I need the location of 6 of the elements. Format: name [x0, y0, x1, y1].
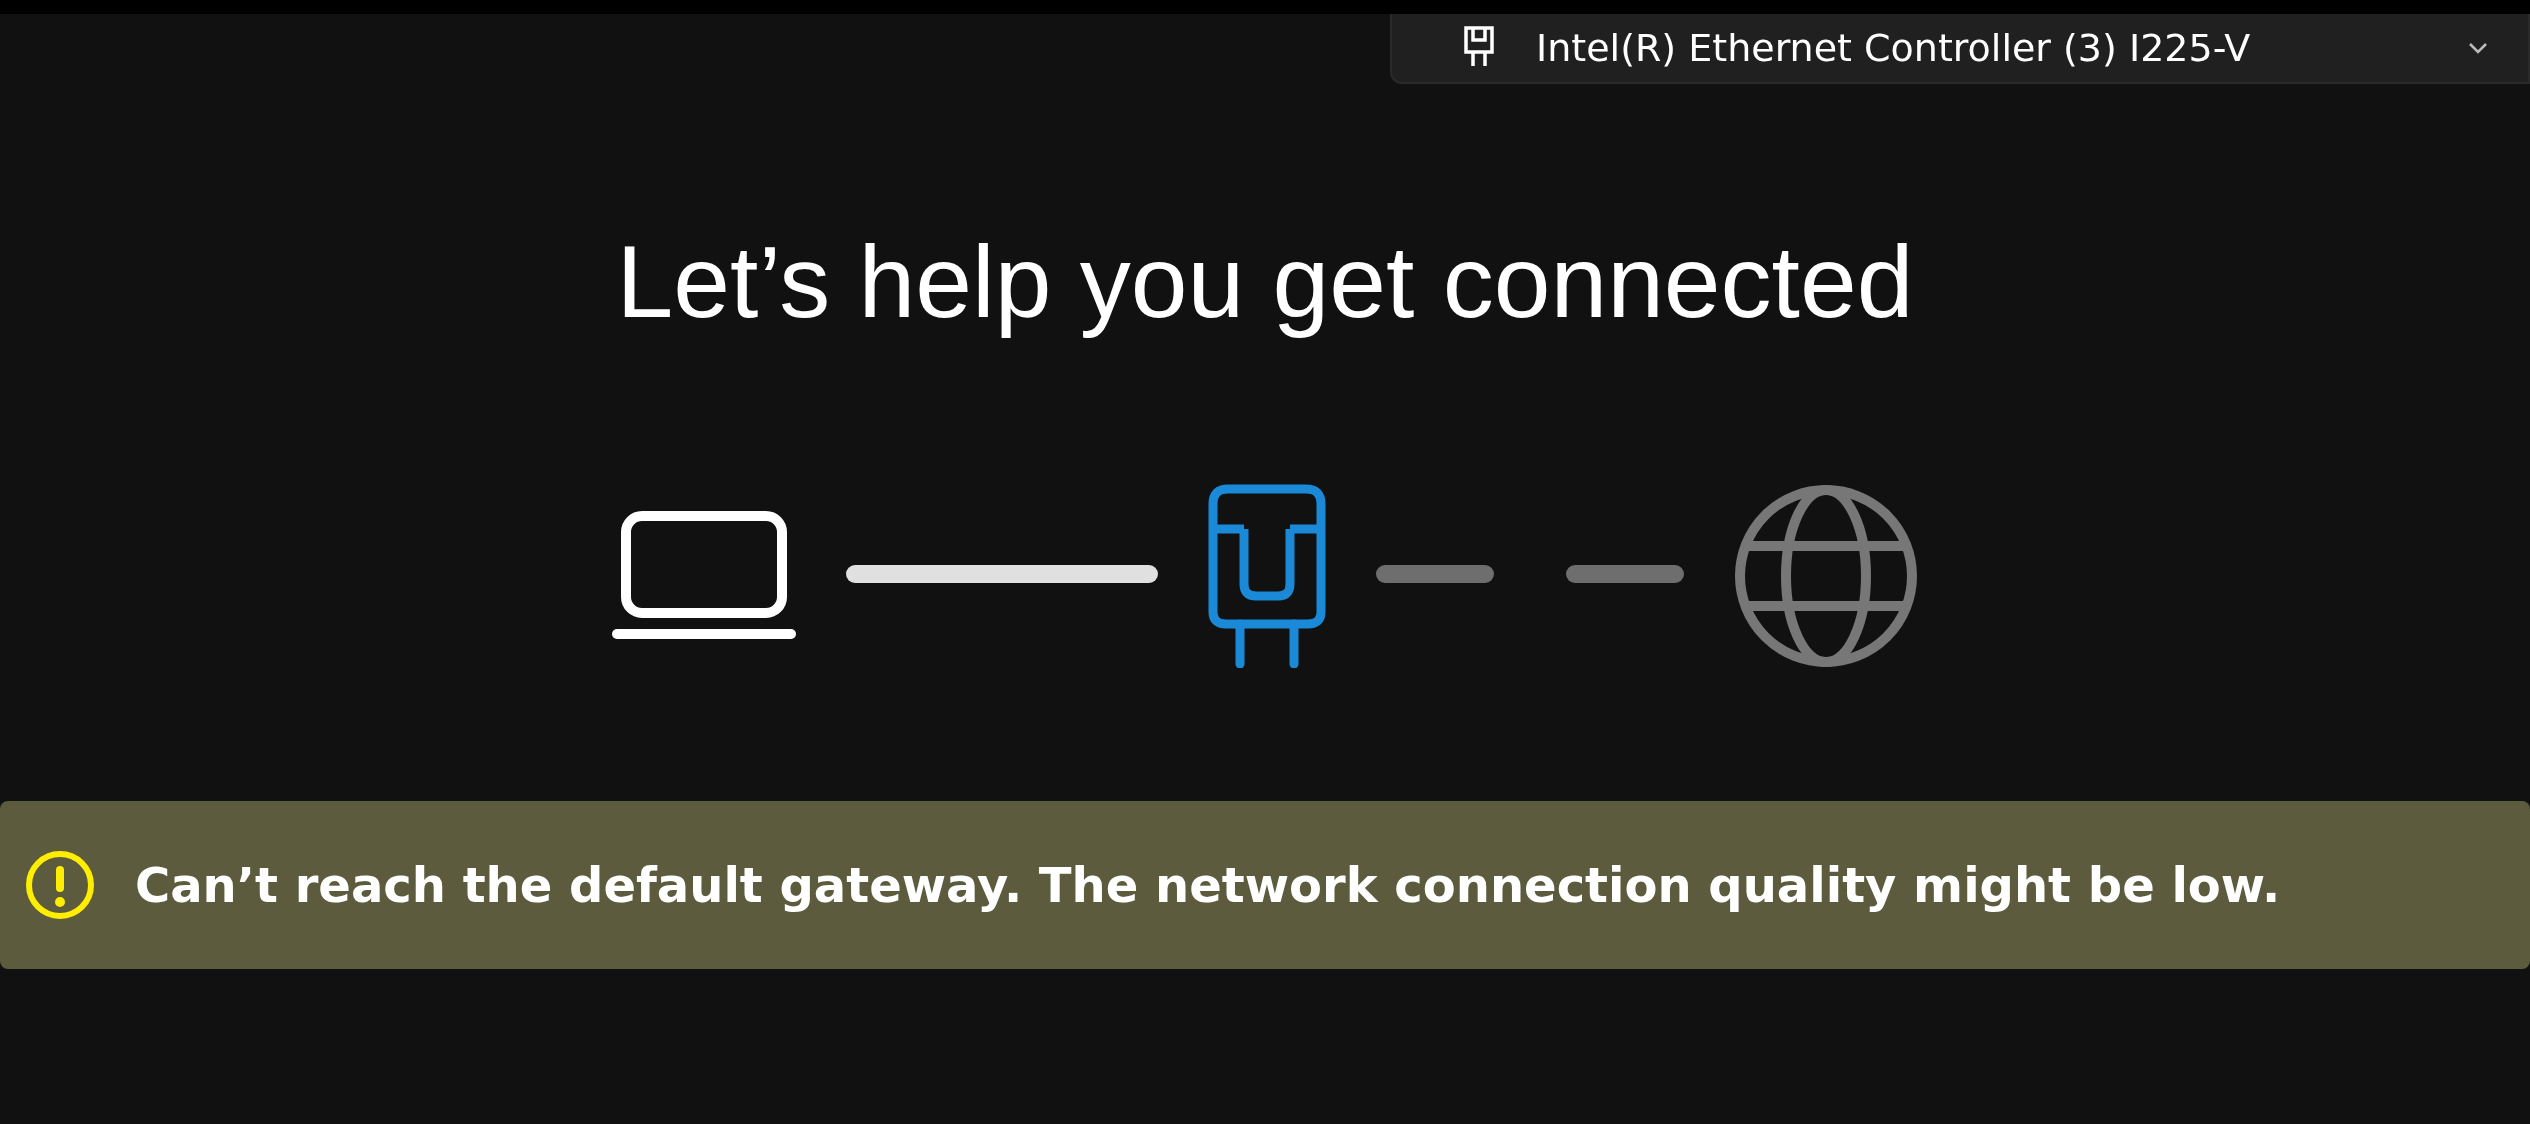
warning-message: Can’t reach the default gateway. The network connection quality might be low. [135, 857, 2281, 913]
adapter-dropdown[interactable]: Intel(R) Ethernet Controller (3) I225-V [1390, 14, 2530, 84]
chevron-down-icon [2468, 42, 2488, 54]
page-title: Let’s help you get connected [615, 224, 1915, 341]
adapter-name: Intel(R) Ethernet Controller (3) I225-V [1536, 26, 2252, 70]
warning-icon [25, 850, 95, 920]
